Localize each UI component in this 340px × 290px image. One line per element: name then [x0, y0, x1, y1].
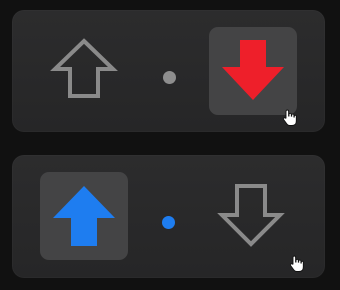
downvote-button[interactable] — [209, 27, 297, 115]
upvote-button[interactable] — [40, 172, 128, 260]
down-arrow-outline-icon — [217, 184, 285, 247]
vote-panel-upvoted — [12, 155, 325, 278]
up-arrow-outline-icon — [50, 38, 118, 98]
vote-widget-stage — [0, 0, 340, 290]
vote-indicator-dot — [163, 71, 176, 84]
hand-cursor-icon — [289, 255, 304, 272]
up-arrow-filled-icon — [53, 186, 115, 246]
down-arrow-filled-icon — [222, 40, 284, 100]
vote-indicator-dot — [162, 216, 175, 229]
hand-cursor-icon — [282, 109, 297, 126]
downvote-button[interactable] — [207, 172, 295, 260]
upvote-button[interactable] — [40, 27, 128, 115]
vote-panel-downvoted — [12, 10, 325, 132]
